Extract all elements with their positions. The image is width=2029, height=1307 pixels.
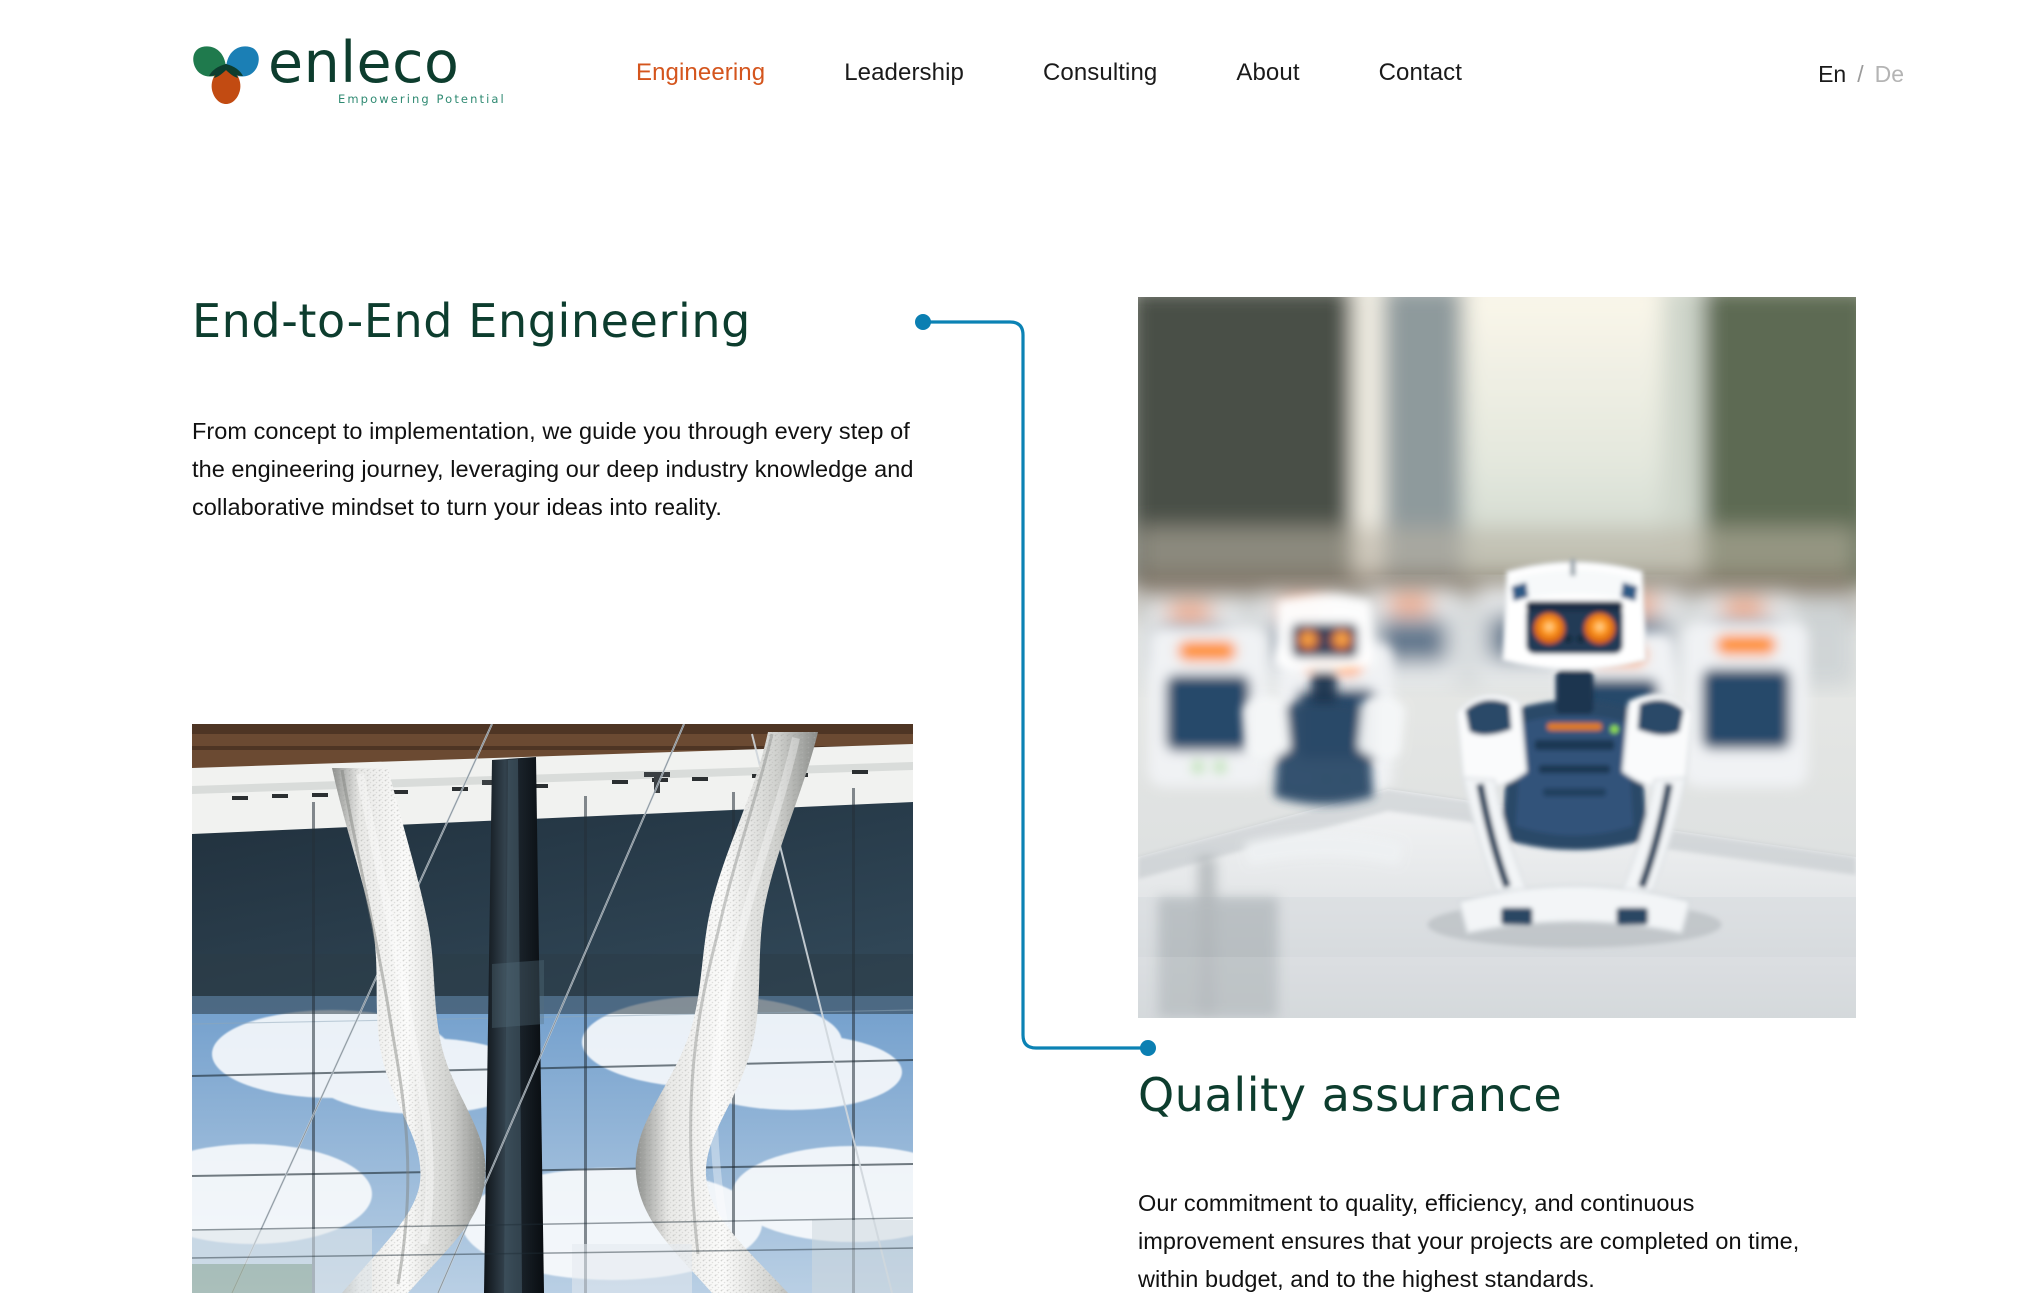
connector-dot-end (1140, 1040, 1156, 1056)
brand-tagline: Empowering Potential (338, 92, 506, 107)
site-header: enleco Empowering Potential Engineering … (0, 0, 2029, 152)
section-body-quality-assurance: Our commitment to quality, efficiency, a… (1138, 1190, 1800, 1292)
trefoil-leaf-logo-icon (190, 40, 262, 106)
language-switcher: En / De (1818, 61, 1904, 88)
nav-item-leadership[interactable]: Leadership (844, 59, 964, 87)
nav-item-about[interactable]: About (1236, 59, 1299, 87)
section-connector-line (905, 300, 1165, 1090)
nav-item-consulting[interactable]: Consulting (1043, 59, 1157, 87)
nav-item-contact[interactable]: Contact (1379, 59, 1462, 87)
brand-name: enleco (268, 30, 460, 96)
connector-dot-start (915, 314, 931, 330)
section-heading-quality-assurance: Quality assurance (1138, 1068, 1563, 1122)
language-option-en[interactable]: En (1818, 61, 1846, 88)
architecture-facade-photo (192, 724, 913, 1293)
robots-photo (1138, 297, 1856, 1018)
brand-logo[interactable]: enleco Empowering Potential (190, 30, 506, 107)
nav-item-engineering[interactable]: Engineering (636, 59, 765, 87)
brand-text: enleco Empowering Potential (268, 30, 506, 107)
section-body-end-to-end-engineering: From concept to implementation, we guide… (192, 418, 914, 520)
page-root: enleco Empowering Potential Engineering … (0, 0, 2029, 1307)
main-navigation: Engineering Leadership Consulting About … (636, 59, 1462, 87)
section-heading-end-to-end-engineering: End-to-End Engineering (192, 294, 751, 348)
language-option-de[interactable]: De (1875, 61, 1904, 88)
language-separator: / (1857, 61, 1864, 87)
